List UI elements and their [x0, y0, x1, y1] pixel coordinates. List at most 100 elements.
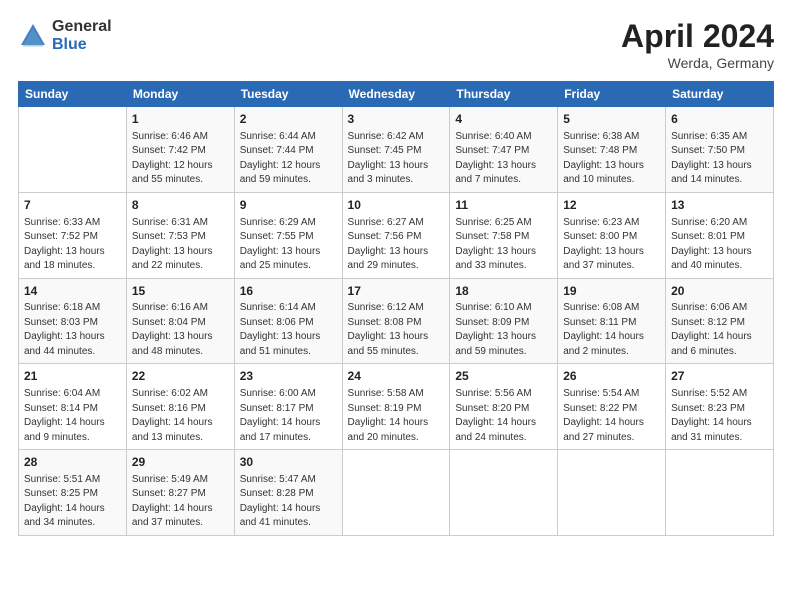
- col-saturday: Saturday: [666, 82, 774, 107]
- title-location: Werda, Germany: [621, 55, 774, 71]
- title-month: April 2024: [621, 18, 774, 55]
- day-number: 22: [132, 368, 229, 385]
- day-number: 1: [132, 111, 229, 128]
- table-row: 23 Sunrise: 6:00 AM Sunset: 8:17 PM Dayli…: [234, 364, 342, 450]
- table-row: [558, 450, 666, 536]
- day-number: 13: [671, 197, 768, 214]
- table-row: 21 Sunrise: 6:04 AM Sunset: 8:14 PM Dayli…: [19, 364, 127, 450]
- calendar-week-row-3: 21 Sunrise: 6:04 AM Sunset: 8:14 PM Dayli…: [19, 364, 774, 450]
- calendar-week-row-0: 1 Sunrise: 6:46 AM Sunset: 7:42 PM Daylig…: [19, 107, 774, 193]
- table-row: 27 Sunrise: 5:52 AM Sunset: 8:23 PM Dayli…: [666, 364, 774, 450]
- header: General Blue April 2024 Werda, Germany: [18, 18, 774, 71]
- col-wednesday: Wednesday: [342, 82, 450, 107]
- calendar-week-row-2: 14Sunrise: 6:18 AM Sunset: 8:03 PM Dayli…: [19, 278, 774, 364]
- day-info: Sunrise: 5:58 AM Sunset: 8:19 PM Dayligh…: [348, 387, 445, 445]
- page: General Blue April 2024 Werda, Germany S…: [0, 0, 792, 612]
- day-info: Sunrise: 6:08 AM Sunset: 8:11 PM Dayligh…: [563, 301, 660, 359]
- day-number: 27: [671, 368, 768, 385]
- logo: General Blue: [18, 18, 112, 53]
- day-info: Sunrise: 6:18 AM Sunset: 8:03 PM Dayligh…: [24, 301, 121, 359]
- day-info: Sunrise: 5:52 AM Sunset: 8:23 PM Dayligh…: [671, 387, 768, 445]
- day-info: Sunrise: 5:54 AM Sunset: 8:22 PM Dayligh…: [563, 387, 660, 445]
- table-row: 8Sunrise: 6:31 AM Sunset: 7:53 PM Daylig…: [126, 192, 234, 278]
- day-number: 18: [455, 283, 552, 300]
- day-info: Sunrise: 6:23 AM Sunset: 8:00 PM Dayligh…: [563, 216, 660, 274]
- day-info: Sunrise: 6:29 AM Sunset: 7:55 PM Dayligh…: [240, 216, 337, 274]
- day-number: 2: [240, 111, 337, 128]
- day-info: Sunrise: 6:16 AM Sunset: 8:04 PM Dayligh…: [132, 301, 229, 359]
- table-row: 5 Sunrise: 6:38 AM Sunset: 7:48 PM Daylig…: [558, 107, 666, 193]
- calendar-week-row-4: 28 Sunrise: 5:51 AM Sunset: 8:25 PM Dayli…: [19, 450, 774, 536]
- table-row: 9Sunrise: 6:29 AM Sunset: 7:55 PM Daylig…: [234, 192, 342, 278]
- calendar-header-row: Sunday Monday Tuesday Wednesday Thursday…: [19, 82, 774, 107]
- day-number: 30: [240, 454, 337, 471]
- title-block: April 2024 Werda, Germany: [621, 18, 774, 71]
- table-row: 11Sunrise: 6:25 AM Sunset: 7:58 PM Dayli…: [450, 192, 558, 278]
- day-number: 25: [455, 368, 552, 385]
- table-row: [19, 107, 127, 193]
- table-row: 1 Sunrise: 6:46 AM Sunset: 7:42 PM Daylig…: [126, 107, 234, 193]
- day-info: Sunrise: 6:10 AM Sunset: 8:09 PM Dayligh…: [455, 301, 552, 359]
- day-info: Sunrise: 6:35 AM Sunset: 7:50 PM Dayligh…: [671, 130, 768, 188]
- day-number: 10: [348, 197, 445, 214]
- table-row: 17Sunrise: 6:12 AM Sunset: 8:08 PM Dayli…: [342, 278, 450, 364]
- logo-general: General: [52, 18, 112, 36]
- day-number: 16: [240, 283, 337, 300]
- day-number: 19: [563, 283, 660, 300]
- day-number: 15: [132, 283, 229, 300]
- col-sunday: Sunday: [19, 82, 127, 107]
- day-number: 23: [240, 368, 337, 385]
- day-number: 26: [563, 368, 660, 385]
- table-row: 25Sunrise: 5:56 AM Sunset: 8:20 PM Dayli…: [450, 364, 558, 450]
- day-info: Sunrise: 6:42 AM Sunset: 7:45 PM Dayligh…: [348, 130, 445, 188]
- day-info: Sunrise: 6:12 AM Sunset: 8:08 PM Dayligh…: [348, 301, 445, 359]
- table-row: 22 Sunrise: 6:02 AM Sunset: 8:16 PM Dayli…: [126, 364, 234, 450]
- table-row: 2 Sunrise: 6:44 AM Sunset: 7:44 PM Daylig…: [234, 107, 342, 193]
- col-thursday: Thursday: [450, 82, 558, 107]
- col-friday: Friday: [558, 82, 666, 107]
- col-tuesday: Tuesday: [234, 82, 342, 107]
- table-row: 18Sunrise: 6:10 AM Sunset: 8:09 PM Dayli…: [450, 278, 558, 364]
- table-row: 4Sunrise: 6:40 AM Sunset: 7:47 PM Daylig…: [450, 107, 558, 193]
- day-info: Sunrise: 5:49 AM Sunset: 8:27 PM Dayligh…: [132, 473, 229, 531]
- day-info: Sunrise: 6:44 AM Sunset: 7:44 PM Dayligh…: [240, 130, 337, 188]
- day-number: 17: [348, 283, 445, 300]
- day-number: 11: [455, 197, 552, 214]
- day-number: 21: [24, 368, 121, 385]
- table-row: 28 Sunrise: 5:51 AM Sunset: 8:25 PM Dayli…: [19, 450, 127, 536]
- day-number: 24: [348, 368, 445, 385]
- table-row: 30 Sunrise: 5:47 AM Sunset: 8:28 PM Dayli…: [234, 450, 342, 536]
- table-row: 15Sunrise: 6:16 AM Sunset: 8:04 PM Dayli…: [126, 278, 234, 364]
- day-info: Sunrise: 6:02 AM Sunset: 8:16 PM Dayligh…: [132, 387, 229, 445]
- day-info: Sunrise: 6:27 AM Sunset: 7:56 PM Dayligh…: [348, 216, 445, 274]
- table-row: 29Sunrise: 5:49 AM Sunset: 8:27 PM Dayli…: [126, 450, 234, 536]
- table-row: 20Sunrise: 6:06 AM Sunset: 8:12 PM Dayli…: [666, 278, 774, 364]
- day-number: 5: [563, 111, 660, 128]
- table-row: [342, 450, 450, 536]
- table-row: 26 Sunrise: 5:54 AM Sunset: 8:22 PM Dayli…: [558, 364, 666, 450]
- col-monday: Monday: [126, 82, 234, 107]
- day-number: 7: [24, 197, 121, 214]
- table-row: 24 Sunrise: 5:58 AM Sunset: 8:19 PM Dayli…: [342, 364, 450, 450]
- table-row: [666, 450, 774, 536]
- day-number: 28: [24, 454, 121, 471]
- day-number: 14: [24, 283, 121, 300]
- calendar-week-row-1: 7Sunrise: 6:33 AM Sunset: 7:52 PM Daylig…: [19, 192, 774, 278]
- logo-blue: Blue: [52, 36, 112, 54]
- day-info: Sunrise: 6:38 AM Sunset: 7:48 PM Dayligh…: [563, 130, 660, 188]
- table-row: 14Sunrise: 6:18 AM Sunset: 8:03 PM Dayli…: [19, 278, 127, 364]
- day-info: Sunrise: 6:14 AM Sunset: 8:06 PM Dayligh…: [240, 301, 337, 359]
- table-row: 19Sunrise: 6:08 AM Sunset: 8:11 PM Dayli…: [558, 278, 666, 364]
- table-row: 7Sunrise: 6:33 AM Sunset: 7:52 PM Daylig…: [19, 192, 127, 278]
- day-number: 3: [348, 111, 445, 128]
- day-info: Sunrise: 5:51 AM Sunset: 8:25 PM Dayligh…: [24, 473, 121, 531]
- logo-text: General Blue: [52, 18, 112, 53]
- day-info: Sunrise: 6:46 AM Sunset: 7:42 PM Dayligh…: [132, 130, 229, 188]
- day-info: Sunrise: 6:06 AM Sunset: 8:12 PM Dayligh…: [671, 301, 768, 359]
- day-info: Sunrise: 6:31 AM Sunset: 7:53 PM Dayligh…: [132, 216, 229, 274]
- day-info: Sunrise: 6:00 AM Sunset: 8:17 PM Dayligh…: [240, 387, 337, 445]
- calendar-table: Sunday Monday Tuesday Wednesday Thursday…: [18, 81, 774, 536]
- day-number: 4: [455, 111, 552, 128]
- day-info: Sunrise: 5:47 AM Sunset: 8:28 PM Dayligh…: [240, 473, 337, 531]
- day-info: Sunrise: 6:04 AM Sunset: 8:14 PM Dayligh…: [24, 387, 121, 445]
